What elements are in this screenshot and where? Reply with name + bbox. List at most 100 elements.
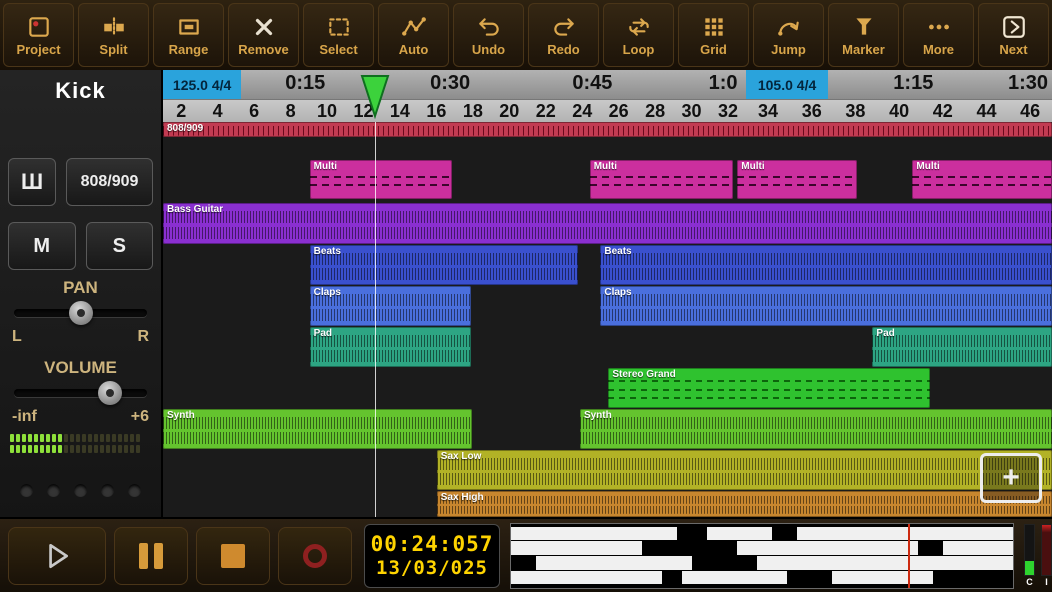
tempo-marker-0[interactable]: 125.0 4/4	[163, 70, 242, 99]
toolbar-select-button[interactable]: Select	[303, 3, 374, 67]
meter-label-c: C	[1026, 577, 1033, 587]
clip-label: Synth	[167, 410, 195, 421]
add-track-button[interactable]: +	[980, 453, 1042, 503]
page-dot-5[interactable]	[128, 484, 141, 497]
clip-bass-guitar[interactable]: Bass Guitar	[163, 203, 1052, 244]
instrument-button[interactable]: 808/909	[66, 158, 153, 206]
clip-multi[interactable]: Multi	[309, 160, 452, 199]
toolbar-range-button[interactable]: Range	[153, 3, 224, 67]
grid-icon	[701, 14, 727, 40]
clip-sax-low[interactable]: Sax Low	[436, 450, 1052, 490]
page-indicator-dots	[0, 484, 161, 497]
clip-synth[interactable]: Synth	[579, 409, 1052, 449]
bar-ruler-row[interactable]: 2 4 6 8 10 12 14 16 18 20 22 24 26 28 30 32 34 36 38 40 42 44…	[163, 99, 1052, 123]
bar-group-1: 2 4 6 8 10 12 14 16 18 20 22 24 26 28 30 32	[163, 100, 746, 123]
time-label-4: 1:15	[893, 72, 934, 94]
toolbar-auto-label: Auto	[398, 41, 429, 57]
toolbar-more-button[interactable]: More	[903, 3, 974, 67]
time-display: 00:24:057 13/03/025	[364, 523, 500, 588]
meter-segment	[40, 445, 44, 453]
clip-label: Beats	[604, 246, 632, 257]
play-button[interactable]	[8, 526, 106, 585]
page-dot-1[interactable]	[20, 484, 33, 497]
toolbar-grid-button[interactable]: Grid	[678, 3, 749, 67]
stop-button[interactable]	[196, 526, 270, 585]
mute-button[interactable]: M	[8, 222, 76, 270]
arrangement-area[interactable]: + 808/909 Multi Multi Multi Multi Bass Guitar…	[163, 122, 1052, 517]
bar-number: 32	[718, 101, 739, 121]
page-dot-3[interactable]	[74, 484, 87, 497]
page-dot-4[interactable]	[101, 484, 114, 497]
bar-number: 26	[608, 101, 629, 121]
volume-scale: -inf +6	[12, 408, 149, 426]
clip-label: Multi	[741, 161, 765, 172]
solo-button[interactable]: S	[85, 222, 153, 270]
clip-beats[interactable]: Beats	[309, 245, 579, 285]
meter-segment	[16, 445, 20, 453]
bar-number: 46	[1020, 101, 1041, 121]
toolbar-loop-button[interactable]: Loop	[603, 3, 674, 67]
toolbar-auto-button[interactable]: Auto	[378, 3, 449, 67]
bar-group-2: 34 36 38 40 42 44 46	[746, 100, 1052, 123]
meter-segment	[124, 434, 128, 442]
clip-pad[interactable]: Pad	[872, 327, 1052, 367]
pause-button[interactable]	[114, 526, 188, 585]
volume-slider-track[interactable]	[14, 389, 147, 397]
toolbar-next-button[interactable]: Next	[978, 3, 1049, 67]
volume-slider[interactable]	[14, 380, 147, 406]
time-ruler-row[interactable]: 125.0 4/4 105.0 4/4 0:15 0:30 0:45 1:0 1:15 1:3…	[163, 70, 1052, 99]
clip-pad[interactable]: Pad	[309, 327, 472, 367]
clip-claps[interactable]: Claps	[600, 286, 1052, 326]
clip-beats[interactable]: Beats	[600, 245, 1052, 285]
tempo-marker-1[interactable]: 105.0 4/4	[746, 70, 828, 99]
toolbar-undo-button[interactable]: Undo	[453, 3, 524, 67]
drum-pads-button[interactable]: Ш	[8, 158, 56, 206]
toolbar-grid-label: Grid	[700, 41, 727, 57]
bar-number: 44	[976, 101, 997, 121]
clip-label: Beats	[313, 246, 341, 257]
meter-segment	[10, 445, 14, 453]
clip-synth[interactable]: Synth	[163, 409, 473, 449]
meter-segment	[112, 434, 116, 442]
page-dot-2[interactable]	[47, 484, 60, 497]
bar-number: 22	[535, 101, 556, 121]
timeline-ruler[interactable]: 125.0 4/4 105.0 4/4 0:15 0:30 0:45 1:0 1:15 1:3…	[163, 70, 1052, 123]
record-icon	[303, 543, 327, 568]
meter-segment	[82, 445, 86, 453]
bar-number: 28	[645, 101, 666, 121]
meter-segment	[28, 434, 32, 442]
toolbar-project-label: Project	[16, 41, 61, 57]
clip-multi[interactable]: Multi	[737, 160, 858, 199]
pan-slider[interactable]	[14, 300, 147, 326]
time-label-1: 0:30	[430, 72, 471, 94]
toolbar-jump-button[interactable]: Jump	[753, 3, 824, 67]
toolbar-redo-button[interactable]: Redo	[528, 3, 599, 67]
toolbar-project-button[interactable]: Project	[3, 3, 74, 67]
meter-segment	[28, 445, 32, 453]
clip-sax-high[interactable]: Sax High	[436, 491, 1052, 517]
song-overview-strip[interactable]	[510, 522, 1014, 589]
meter-segment	[106, 434, 110, 442]
clip-stereo-grand[interactable]: Stereo Grand	[608, 368, 931, 408]
bar-number: 16	[426, 101, 447, 121]
toolbar-remove-button[interactable]: Remove	[228, 3, 299, 67]
toolbar-marker-button[interactable]: Marker	[828, 3, 899, 67]
bar-number: 38	[845, 101, 866, 121]
meter-segment	[88, 434, 92, 442]
meter-segment	[136, 445, 140, 453]
toolbar-split-button[interactable]: Split	[78, 3, 149, 67]
pan-knob[interactable]	[68, 301, 93, 325]
volume-knob[interactable]	[97, 381, 122, 405]
clip-808-909[interactable]: 808/909	[163, 122, 1052, 137]
playhead-marker[interactable]	[360, 74, 390, 120]
volume-max-label: +6	[130, 408, 149, 425]
clip-multi[interactable]: Multi	[589, 160, 733, 199]
overview-block	[511, 526, 1013, 541]
meter-segment	[34, 445, 38, 453]
clip-label: Multi	[916, 161, 940, 172]
meter-segment	[76, 434, 80, 442]
level-meter	[10, 434, 151, 453]
record-button[interactable]	[278, 526, 352, 585]
clip-claps[interactable]: Claps	[309, 286, 472, 326]
clip-multi[interactable]: Multi	[912, 160, 1052, 199]
